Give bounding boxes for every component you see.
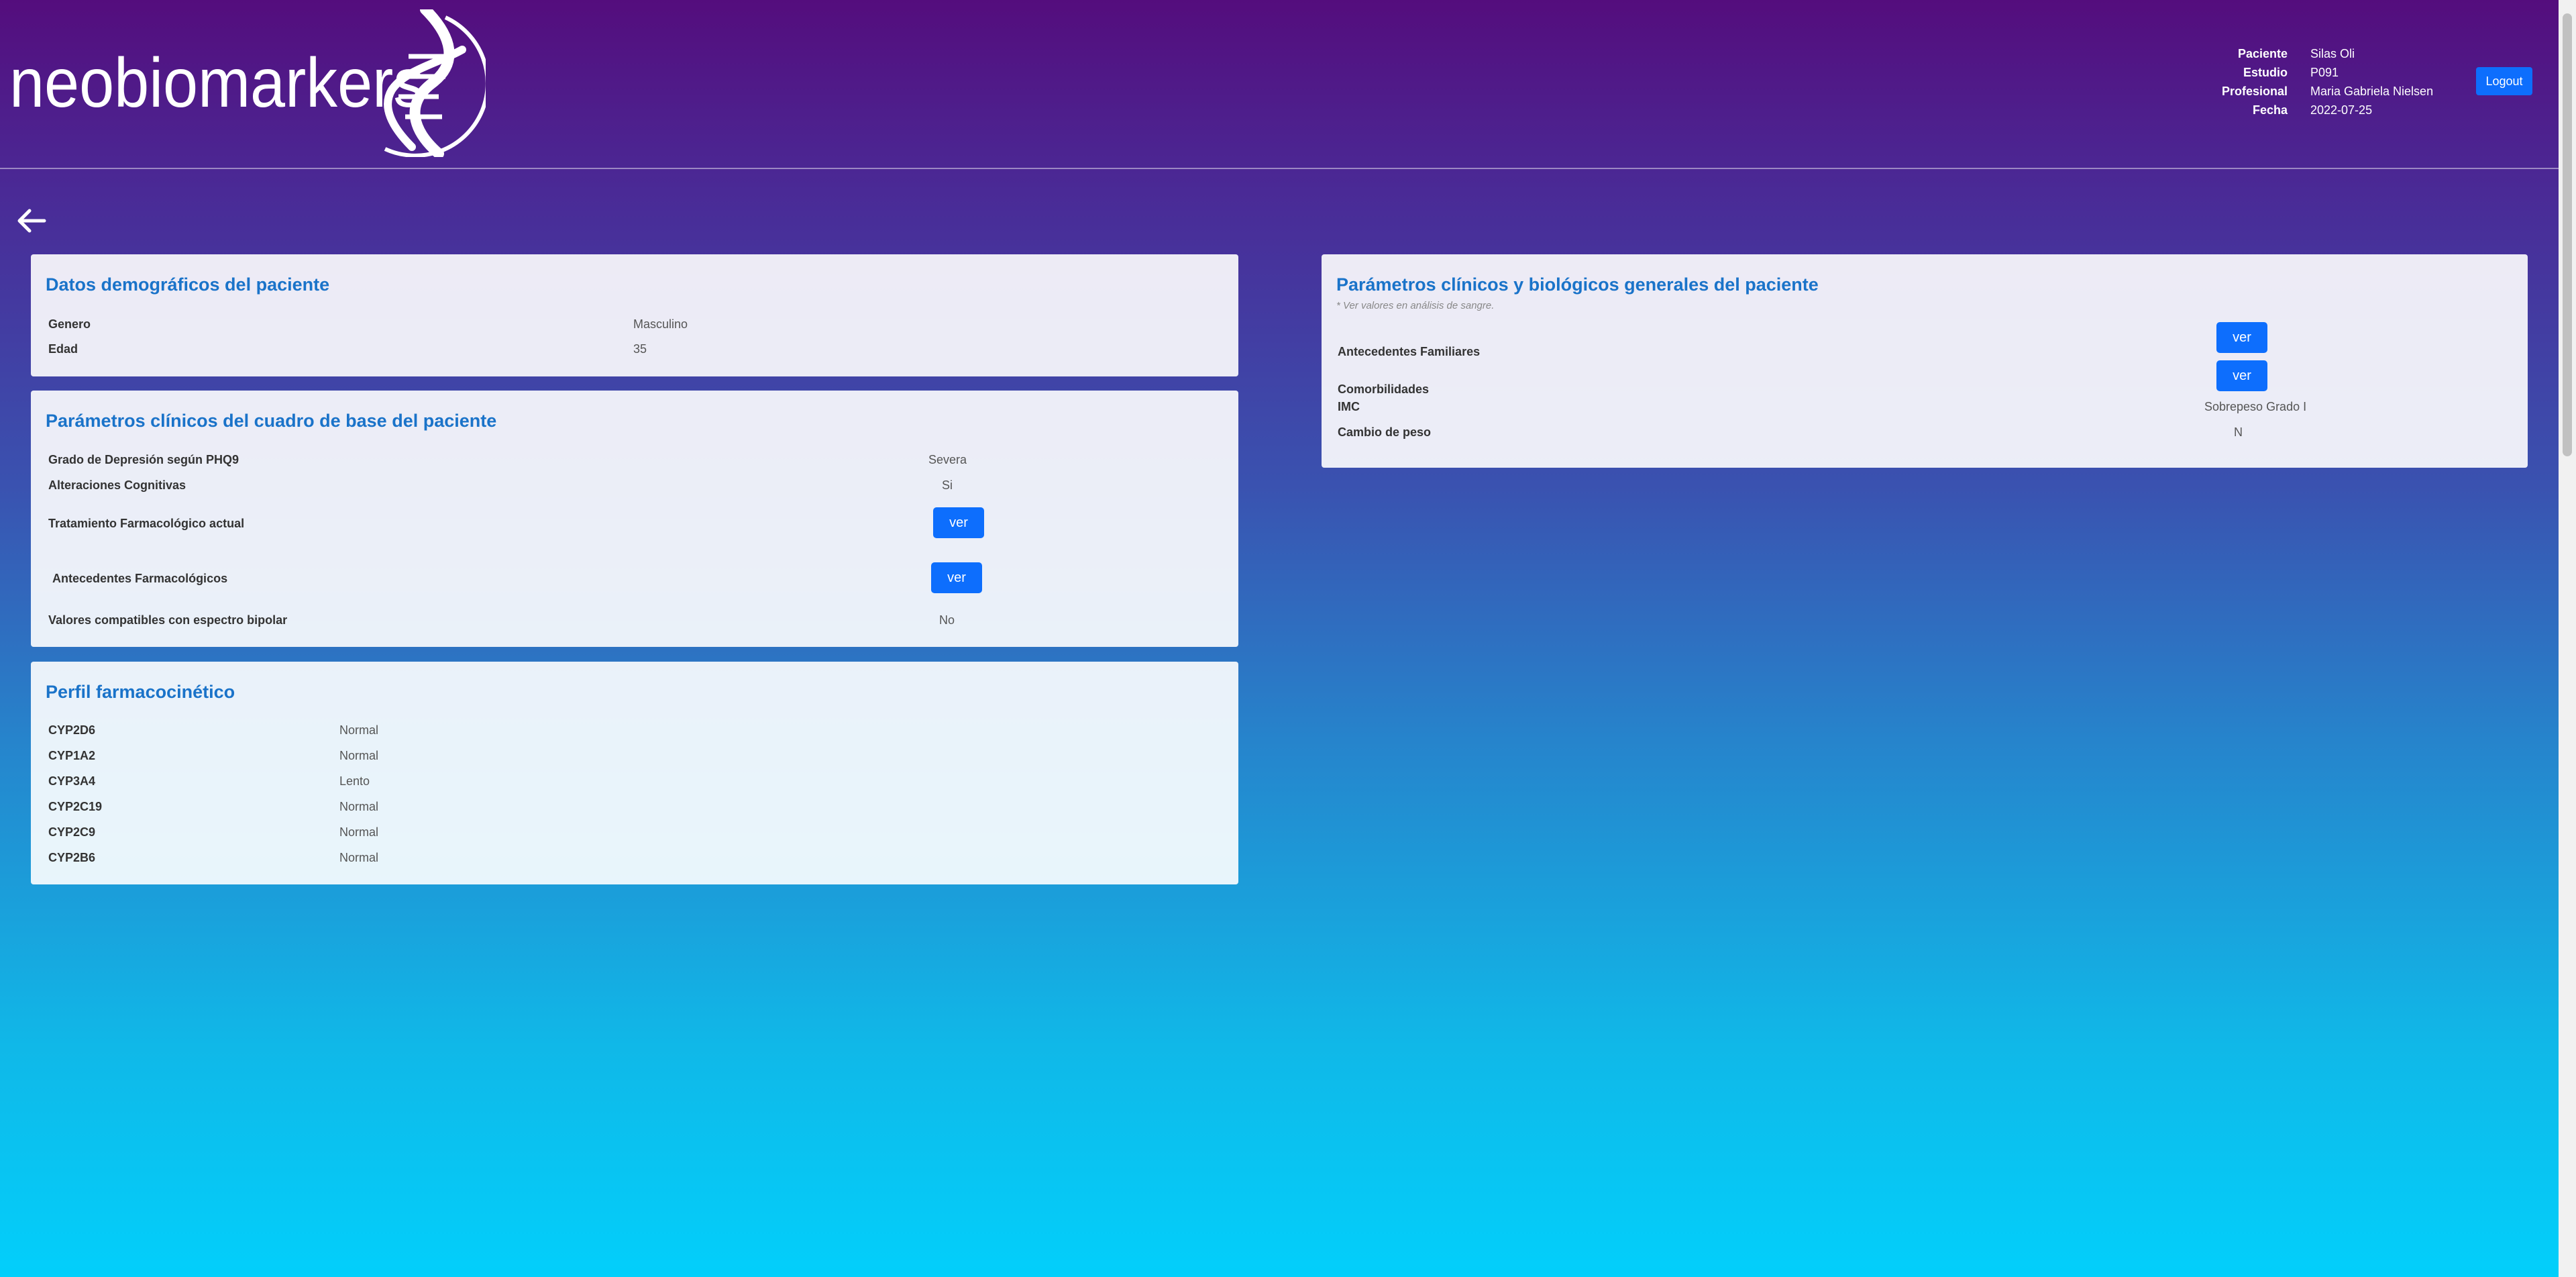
general-row-weight-change: Cambio de peso N xyxy=(1338,419,2510,445)
clinical-row-bipolar: Valores compatibles con espectro bipolar… xyxy=(48,607,1221,633)
row-label: Valores compatibles con espectro bipolar xyxy=(48,613,288,627)
row-value: Masculino xyxy=(633,317,688,331)
info-value: Silas Oli xyxy=(2310,46,2355,60)
family-history-ver-button[interactable]: ver xyxy=(2216,322,2267,353)
clinical-row-phq9: Grado de Depresión según PHQ9 Severa xyxy=(48,447,1221,472)
row-label: Antecedentes Familiares xyxy=(1338,344,1481,358)
row-value: Normal xyxy=(339,723,379,737)
pk-row-cyp3a4: CYP3A4 Lento xyxy=(48,768,1221,794)
pk-row-cyp2d6: CYP2D6 Normal xyxy=(48,717,1221,743)
info-row-professional: Profesional Maria Gabriela Nielsen xyxy=(2187,82,2451,101)
pk-profile-card: Perfil farmacocinético CYP2D6 Normal CYP… xyxy=(31,662,1238,884)
row-value: Sobrepeso Grado I xyxy=(2204,399,2307,413)
general-row-bmi: IMC Sobrepeso Grado I xyxy=(1338,394,2510,419)
demographics-card: Datos demográficos del paciente Genero M… xyxy=(31,254,1238,376)
info-label: Profesional xyxy=(2221,84,2288,98)
row-label: CYP2C19 xyxy=(48,799,103,813)
logout-button[interactable]: Logout xyxy=(2476,67,2532,95)
general-row-family-history: Antecedentes Familiares xyxy=(1338,339,2510,364)
card-title: Datos demográficos del paciente xyxy=(46,274,330,295)
card-title: Parámetros clínicos y biológicos general… xyxy=(1336,274,1819,295)
general-params-card: Parámetros clínicos y biológicos general… xyxy=(1322,254,2528,468)
info-value: Maria Gabriela Nielsen xyxy=(2310,84,2434,98)
row-label: CYP2C9 xyxy=(48,825,96,839)
scrollbar-thumb[interactable] xyxy=(2563,13,2572,456)
info-row-date: Fecha 2022-07-25 xyxy=(2187,101,2451,119)
row-label: Edad xyxy=(48,342,78,356)
row-label: CYP3A4 xyxy=(48,774,96,788)
row-value: Normal xyxy=(339,850,379,864)
pk-row-cyp2c9: CYP2C9 Normal xyxy=(48,819,1221,845)
row-value: Normal xyxy=(339,799,379,813)
pk-row-cyp2b6: CYP2B6 Normal xyxy=(48,845,1221,870)
row-label: Genero xyxy=(48,317,91,331)
row-label: Antecedentes Farmacológicos xyxy=(52,571,228,585)
patient-info: Paciente Silas Oli Estudio P091 Profesio… xyxy=(2187,44,2451,119)
row-value: Severa xyxy=(928,452,967,466)
clinical-row-pharmacological-history: Antecedentes Farmacológicos xyxy=(48,566,1221,591)
card-title: Perfil farmacocinético xyxy=(46,682,235,702)
row-value: No xyxy=(939,613,955,627)
blood-analysis-note: * Ver valores en análisis de sangre. xyxy=(1336,300,1495,311)
info-value: P091 xyxy=(2310,65,2339,79)
pk-row-cyp2c19: CYP2C19 Normal xyxy=(48,794,1221,819)
row-label: IMC xyxy=(1338,399,1360,413)
row-value: Si xyxy=(942,478,953,492)
info-value: 2022-07-25 xyxy=(2310,103,2373,117)
arrow-left-icon[interactable] xyxy=(16,205,47,236)
demographics-row-age: Edad 35 xyxy=(48,336,1221,362)
row-value: Lento xyxy=(339,774,370,788)
demographics-row-gender: Genero Masculino xyxy=(48,311,1221,337)
info-label: Paciente xyxy=(2237,46,2288,60)
row-label: Grado de Depresión según PHQ9 xyxy=(48,452,239,466)
row-label: Alteraciones Cognitivas xyxy=(48,478,186,492)
page-scrollbar[interactable] xyxy=(2559,0,2576,1277)
row-label: Cambio de peso xyxy=(1338,425,1432,439)
row-value: 35 xyxy=(633,342,647,356)
row-label: CYP2D6 xyxy=(48,723,96,737)
dna-helix-icon xyxy=(384,9,486,157)
card-title: Parámetros clínicos del cuadro de base d… xyxy=(46,411,497,431)
info-row-patient: Paciente Silas Oli xyxy=(2187,44,2451,63)
info-row-study: Estudio P091 xyxy=(2187,63,2451,82)
header: neobiomarkers Paciente Silas Oli Estudio… xyxy=(0,0,2559,169)
row-value: N xyxy=(2234,425,2243,439)
info-label: Estudio xyxy=(2243,65,2288,79)
clinical-row-cognitive: Alteraciones Cognitivas Si xyxy=(48,472,1221,498)
clinical-base-card: Parámetros clínicos del cuadro de base d… xyxy=(31,391,1238,647)
pharmacological-history-ver-button[interactable]: ver xyxy=(931,562,982,593)
clinical-row-current-treatment: Tratamiento Farmacológico actual xyxy=(48,511,1221,536)
comorbidities-ver-button[interactable]: ver xyxy=(2216,360,2267,391)
pk-row-cyp1a2: CYP1A2 Normal xyxy=(48,743,1221,768)
row-label: CYP2B6 xyxy=(48,850,96,864)
current-treatment-ver-button[interactable]: ver xyxy=(933,507,984,538)
brand-logo: neobiomarkers xyxy=(9,9,486,157)
row-value: Normal xyxy=(339,748,379,762)
info-label: Fecha xyxy=(2252,103,2288,117)
row-label: CYP1A2 xyxy=(48,748,96,762)
row-label: Tratamiento Farmacológico actual xyxy=(48,516,245,530)
row-value: Normal xyxy=(339,825,379,839)
